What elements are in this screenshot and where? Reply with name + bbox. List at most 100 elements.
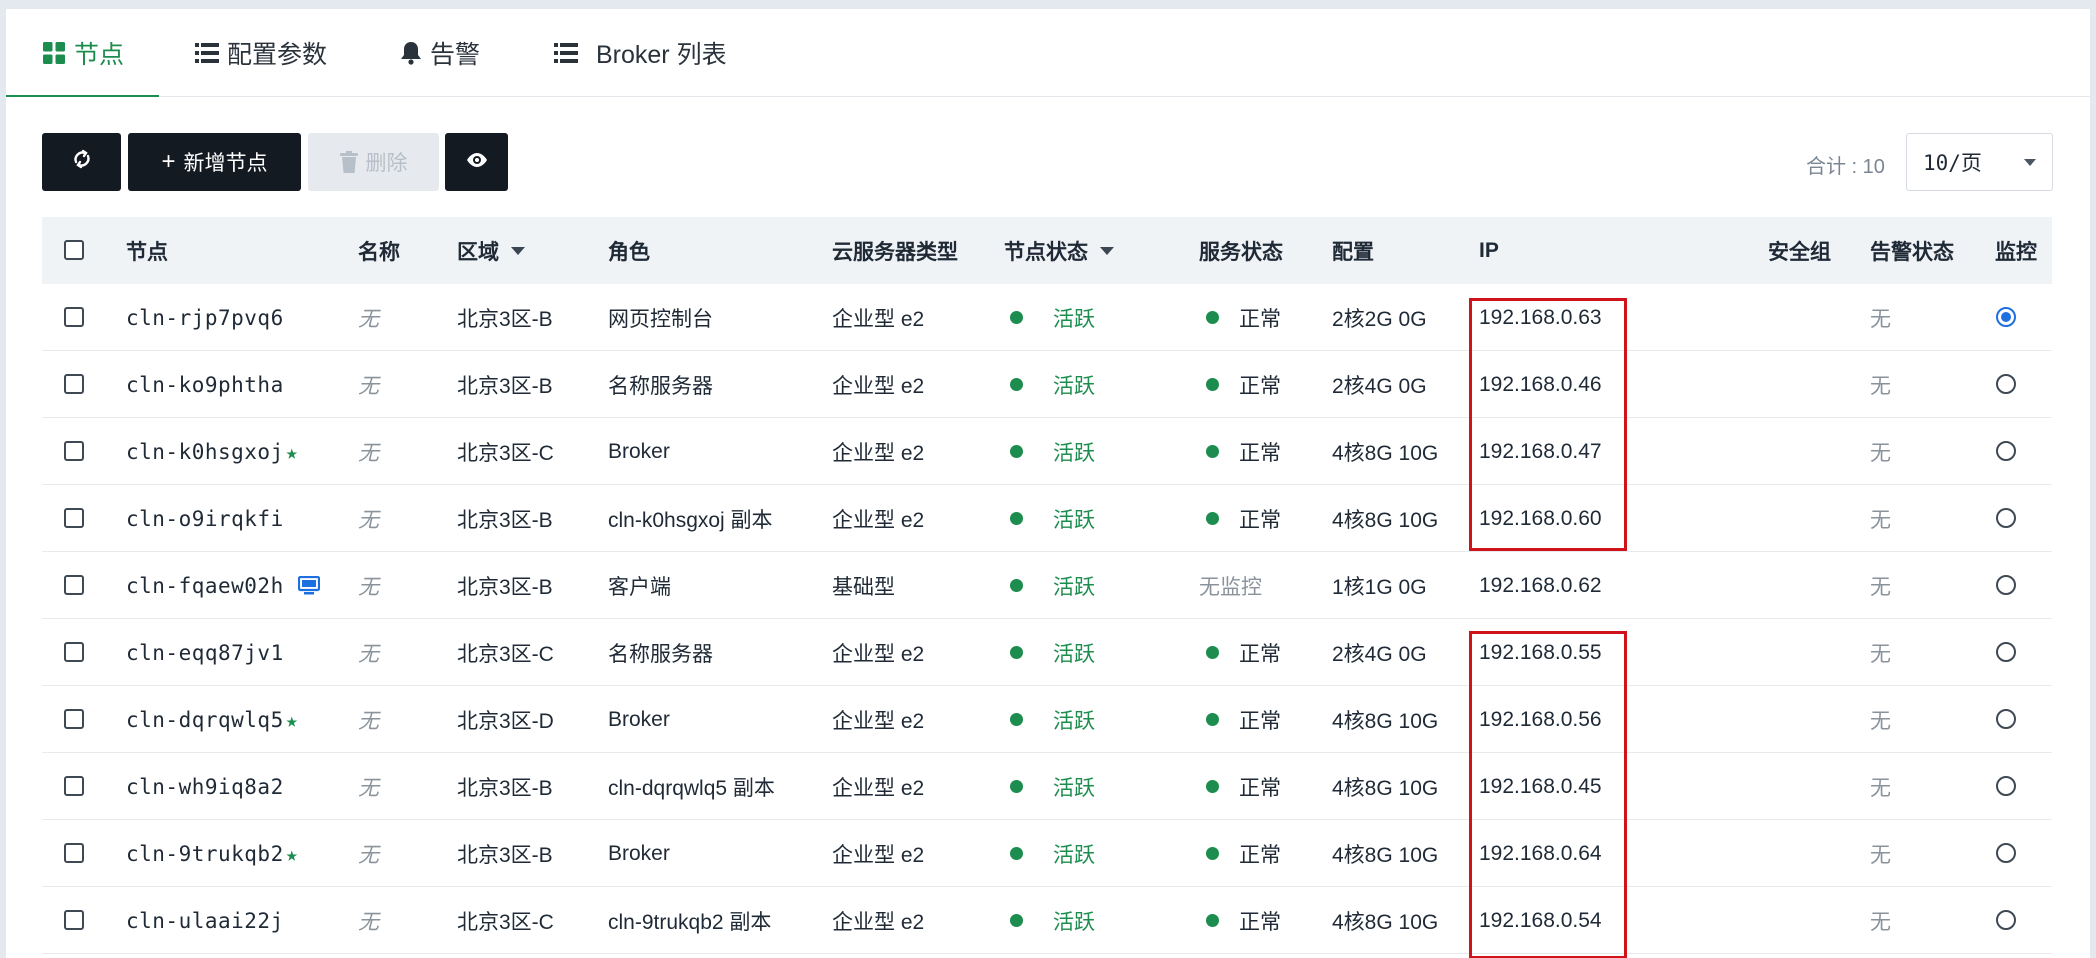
node-id-cell[interactable]: cln-dqrqwlq5 ★ [126, 686, 298, 753]
server-type-cell: 企业型 e2 [832, 508, 925, 532]
node-id-cell[interactable]: cln-9trukqb2 ★ [126, 820, 298, 887]
tab-alerts[interactable]: 告警 [400, 9, 480, 97]
row-checkbox[interactable] [64, 642, 84, 662]
row-checkbox[interactable] [64, 374, 84, 394]
page-size-select[interactable]: 10/页 [1906, 133, 2053, 191]
monitor-radio[interactable] [1996, 910, 2016, 930]
node-id-cell[interactable]: cln-rjp7pvq6 [126, 284, 284, 351]
star-icon: ★ [285, 707, 299, 732]
table-row[interactable]: cln-ulaai22j 无 北京3区-C cln-9trukqb2 副本 企业型 e2… [42, 887, 2052, 954]
monitor-radio[interactable] [1996, 843, 2016, 863]
node-id-cell[interactable]: cln-o9irqkfi [126, 485, 284, 552]
tab-label: 节点 [74, 41, 125, 69]
total-count: 合计 : 10 [1806, 156, 1885, 178]
node-id-cell[interactable]: cln-fqaew02h [126, 552, 320, 619]
name-cell: 无 [358, 910, 379, 934]
monitor-radio[interactable] [1996, 374, 2016, 394]
ip-cell: 192.168.0.54 [1479, 908, 1602, 932]
header-name: 名称 [358, 240, 400, 264]
node-id-cell[interactable]: cln-k0hsgxoj ★ [126, 418, 298, 485]
node-id-cell[interactable]: cln-ulaai22j [126, 887, 284, 954]
node-id[interactable]: cln-fqaew02h [126, 574, 284, 598]
delete-button[interactable]: 删除 [308, 133, 439, 191]
node-id[interactable]: cln-ulaai22j [126, 909, 284, 933]
row-checkbox[interactable] [64, 508, 84, 528]
alert-status-cell: 无 [1870, 307, 1891, 331]
server-type-cell: 企业型 e2 [832, 374, 925, 398]
row-checkbox[interactable] [64, 441, 84, 461]
page-size-value: 10/页 [1923, 151, 1982, 175]
refresh-button[interactable] [42, 133, 121, 191]
sort-down-icon[interactable] [511, 246, 525, 255]
node-id[interactable]: cln-eqq87jv1 [126, 641, 284, 665]
region-cell: 北京3区-B [457, 843, 553, 867]
tab-config-params[interactable]: 配置参数 [195, 9, 327, 97]
node-id-cell[interactable]: cln-eqq87jv1 [126, 619, 284, 686]
view-toggle-button[interactable] [445, 133, 508, 191]
header-node-status[interactable]: 节点状态 [1004, 217, 1114, 284]
node-status-dot [1010, 914, 1023, 927]
service-status-dot [1206, 311, 1219, 324]
monitor-radio[interactable] [1996, 307, 2016, 327]
server-type-cell: 企业型 e2 [832, 843, 925, 867]
tab-nodes[interactable]: 节点 [42, 9, 124, 97]
node-id-cell[interactable]: cln-ko9phtha [126, 351, 284, 418]
tab-broker-list[interactable]: Broker 列表 [554, 9, 727, 97]
table-row[interactable]: cln-eqq87jv1 无 北京3区-C 名称服务器 企业型 e2 活跃 正常 2核4G 0… [42, 619, 2052, 686]
monitor-radio[interactable] [1996, 709, 2016, 729]
node-id[interactable]: cln-ko9phtha [126, 373, 284, 397]
node-id[interactable]: cln-rjp7pvq6 [126, 306, 284, 330]
row-checkbox[interactable] [64, 843, 84, 863]
node-status-dot [1010, 378, 1023, 391]
refresh-icon [71, 148, 93, 176]
config-cell: 2核4G 0G [1332, 374, 1427, 398]
node-status-label: 活跃 [1053, 374, 1095, 398]
node-id[interactable]: cln-9trukqb2 [126, 842, 284, 866]
region-cell: 北京3区-B [457, 374, 553, 398]
header-monitor: 监控 [1995, 240, 2037, 264]
node-status-dot [1010, 311, 1023, 324]
row-checkbox[interactable] [64, 709, 84, 729]
node-status-cell: 活跃 [1010, 887, 1095, 954]
row-checkbox[interactable] [64, 776, 84, 796]
node-id[interactable]: cln-wh9iq8a2 [126, 775, 284, 799]
node-id[interactable]: cln-k0hsgxoj [126, 440, 284, 464]
monitor-radio[interactable] [1996, 776, 2016, 796]
server-type-cell: 基础型 [832, 575, 895, 599]
node-id[interactable]: cln-dqrqwlq5 [126, 708, 284, 732]
monitor-radio[interactable] [1996, 642, 2016, 662]
node-id[interactable]: cln-o9irqkfi [126, 507, 284, 531]
monitor-radio[interactable] [1996, 508, 2016, 528]
service-status-dot [1206, 780, 1219, 793]
table-row[interactable]: cln-k0hsgxoj ★ 无 北京3区-C Broker 企业型 e2 活跃 正常 4核8G… [42, 418, 2052, 485]
row-checkbox[interactable] [64, 575, 84, 595]
select-all-checkbox[interactable] [64, 240, 84, 260]
row-checkbox[interactable] [64, 910, 84, 930]
service-status-dot [1206, 847, 1219, 860]
role-cell: Broker [608, 841, 670, 865]
config-cell: 4核8G 10G [1332, 910, 1439, 934]
sort-down-icon[interactable] [1100, 246, 1114, 255]
name-cell: 无 [358, 307, 379, 331]
header-region[interactable]: 区域 [457, 217, 525, 284]
role-cell: cln-dqrqwlq5 副本 [608, 776, 775, 800]
header-node: 节点 [126, 240, 168, 264]
service-status-dot [1206, 378, 1219, 391]
table-row[interactable]: cln-dqrqwlq5 ★ 无 北京3区-D Broker 企业型 e2 活跃 正常 4核8G… [42, 686, 2052, 753]
row-checkbox[interactable] [64, 307, 84, 327]
name-cell: 无 [358, 709, 379, 733]
table-row[interactable]: cln-ko9phtha 无 北京3区-B 名称服务器 企业型 e2 活跃 正常 2核4G 0… [42, 351, 2052, 418]
table-row[interactable]: cln-fqaew02h 无 北京3区-B 客户端 基础型 活跃 无监控 1核1G 0G 192… [42, 552, 2052, 619]
node-status-dot [1010, 780, 1023, 793]
monitor-radio[interactable] [1996, 575, 2016, 595]
monitor-radio[interactable] [1996, 441, 2016, 461]
table-row[interactable]: cln-wh9iq8a2 无 北京3区-B cln-dqrqwlq5 副本 企业型 e2… [42, 753, 2052, 820]
add-node-button[interactable]: + 新增节点 [128, 133, 301, 191]
table-row[interactable]: cln-9trukqb2 ★ 无 北京3区-B Broker 企业型 e2 活跃 正常 4核8G… [42, 820, 2052, 887]
node-id-cell[interactable]: cln-wh9iq8a2 [126, 753, 284, 820]
table-row[interactable]: cln-rjp7pvq6 无 北京3区-B 网页控制台 企业型 e2 活跃 正常 2核2G 0… [42, 284, 2052, 351]
table-row[interactable]: cln-o9irqkfi 无 北京3区-B cln-k0hsgxoj 副本 企业型 e2… [42, 485, 2052, 552]
node-status-cell: 活跃 [1010, 284, 1095, 351]
role-cell: 名称服务器 [608, 642, 713, 666]
role-cell: Broker [608, 707, 670, 731]
